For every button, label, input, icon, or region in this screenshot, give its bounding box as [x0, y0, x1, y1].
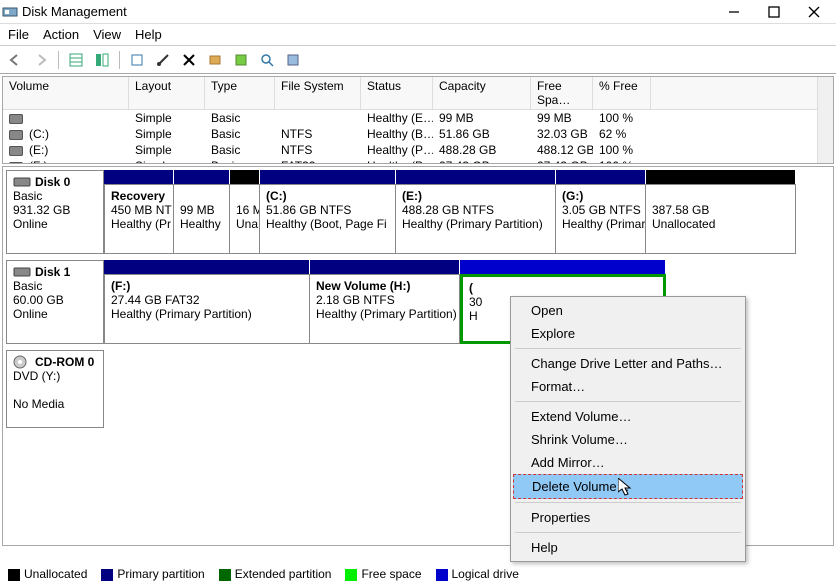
disk-label[interactable]: CD-ROM 0DVD (Y:) No Media	[6, 350, 104, 428]
partition[interactable]: 387.58 GBUnallocated	[646, 184, 796, 254]
table-header: Volume Layout Type File System Status Ca…	[3, 77, 833, 110]
menu-shrink-volume[interactable]: Shrink Volume…	[513, 428, 743, 451]
legend-logical: Logical drive	[452, 567, 519, 581]
volume-list-scrollbar[interactable]	[817, 77, 833, 163]
minimize-button[interactable]	[714, 1, 754, 23]
menu-properties[interactable]: Properties	[513, 506, 743, 529]
menu-format[interactable]: Format…	[513, 375, 743, 398]
action-icon[interactable]	[230, 49, 252, 71]
window-title: Disk Management	[22, 4, 714, 19]
partition[interactable]: 99 MBHealthy	[174, 184, 230, 254]
partition[interactable]: (F:)27.44 GB FAT32Healthy (Primary Parti…	[104, 274, 310, 344]
col-volume[interactable]: Volume	[3, 77, 129, 109]
volume-row[interactable]: (F:)SimpleBasicFAT32Healthy (P…27.43 GB2…	[3, 158, 833, 164]
maximize-button[interactable]	[754, 1, 794, 23]
back-button[interactable]	[4, 49, 26, 71]
volume-list: Volume Layout Type File System Status Ca…	[2, 76, 834, 164]
forward-button[interactable]	[30, 49, 52, 71]
partition[interactable]: Recovery450 MB NTHealthy (Pr	[104, 184, 174, 254]
col-type[interactable]: Type	[205, 77, 275, 109]
rescan-icon[interactable]	[256, 49, 278, 71]
legend: Unallocated Primary partition Extended p…	[4, 565, 523, 583]
col-filesystem[interactable]: File System	[275, 77, 361, 109]
legend-unallocated: Unallocated	[24, 567, 87, 581]
titlebar: Disk Management	[0, 0, 836, 24]
menu-delete-volume[interactable]: Delete Volume…	[513, 474, 743, 499]
context-menu: Open Explore Change Drive Letter and Pat…	[510, 296, 746, 562]
app-icon	[2, 4, 18, 20]
disk-label[interactable]: Disk 0Basic931.32 GBOnline	[6, 170, 104, 254]
menu-view[interactable]: View	[93, 27, 121, 42]
close-button[interactable]	[794, 1, 834, 23]
col-layout[interactable]: Layout	[129, 77, 205, 109]
legend-primary: Primary partition	[117, 567, 204, 581]
menu-explore[interactable]: Explore	[513, 322, 743, 345]
menu-action[interactable]: Action	[43, 27, 79, 42]
menu-add-mirror[interactable]: Add Mirror…	[513, 451, 743, 474]
partition[interactable]: (G:)3.05 GB NTFSHealthy (Primar	[556, 184, 646, 254]
refresh-icon[interactable]	[126, 49, 148, 71]
menubar: File Action View Help	[0, 24, 836, 46]
disk-row: Disk 0Basic931.32 GBOnlineRecovery450 MB…	[6, 170, 830, 254]
properties-icon[interactable]	[152, 49, 174, 71]
col-capacity[interactable]: Capacity	[433, 77, 531, 109]
col-percent-free[interactable]: % Free	[593, 77, 651, 109]
volume-row[interactable]: (C:)SimpleBasicNTFSHealthy (B…51.86 GB32…	[3, 126, 833, 142]
menu-extend-volume[interactable]: Extend Volume…	[513, 405, 743, 428]
legend-extended: Extended partition	[235, 567, 332, 581]
volume-row[interactable]: (E:)SimpleBasicNTFSHealthy (P…488.28 GB4…	[3, 142, 833, 158]
col-free[interactable]: Free Spa…	[531, 77, 593, 109]
menu-file[interactable]: File	[8, 27, 29, 42]
menu-open[interactable]: Open	[513, 299, 743, 322]
settings-icon[interactable]	[204, 49, 226, 71]
help-icon[interactable]	[282, 49, 304, 71]
menu-help[interactable]: Help	[135, 27, 162, 42]
disk-label[interactable]: Disk 1Basic60.00 GBOnline	[6, 260, 104, 344]
col-status[interactable]: Status	[361, 77, 433, 109]
volume-row[interactable]: SimpleBasicHealthy (E…99 MB99 MB100 %	[3, 110, 833, 126]
delete-icon[interactable]	[178, 49, 200, 71]
partition[interactable]: 16 MUna	[230, 184, 260, 254]
partition[interactable]: (C:)51.86 GB NTFSHealthy (Boot, Page Fi	[260, 184, 396, 254]
table-view-icon[interactable]	[65, 49, 87, 71]
graphical-view-icon[interactable]	[91, 49, 113, 71]
partition[interactable]: (E:)488.28 GB NTFSHealthy (Primary Parti…	[396, 184, 556, 254]
menu-change-drive-letter[interactable]: Change Drive Letter and Paths…	[513, 352, 743, 375]
toolbar	[0, 46, 836, 74]
legend-free: Free space	[361, 567, 421, 581]
partition[interactable]: New Volume (H:)2.18 GB NTFSHealthy (Prim…	[310, 274, 460, 344]
menu-help[interactable]: Help	[513, 536, 743, 559]
